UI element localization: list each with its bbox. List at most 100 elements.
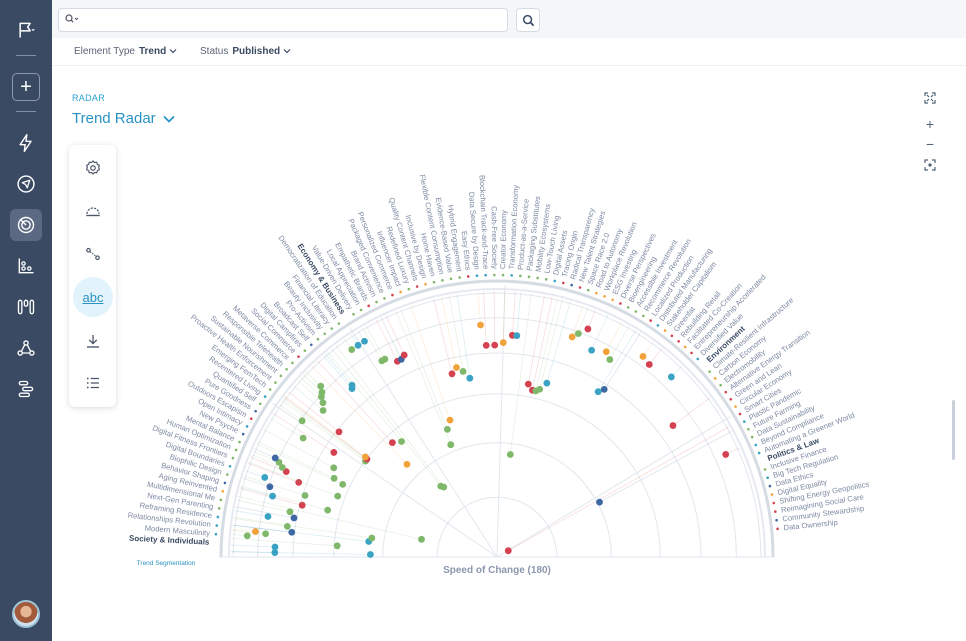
- trend-color-marker: [619, 302, 622, 305]
- trend-connector: [493, 291, 496, 346]
- trend-connector: [231, 544, 276, 548]
- segmentation-label[interactable]: Trend Segmentation: [137, 560, 196, 567]
- trend-point: [348, 381, 356, 389]
- trend-point: [594, 388, 602, 396]
- trend-connector: [335, 345, 445, 488]
- trend-color-marker: [228, 464, 232, 468]
- trend-color-marker: [484, 273, 487, 277]
- trend-connector: [284, 396, 368, 460]
- trend-color-marker: [241, 432, 245, 436]
- trend-color-marker: [466, 275, 470, 278]
- trend-color-marker: [663, 329, 667, 332]
- trend-point: [600, 386, 608, 393]
- trend-point: [269, 492, 276, 500]
- trend-color-marker: [561, 281, 565, 285]
- zoom-out-button[interactable]: −: [922, 136, 938, 152]
- trend-connector: [283, 397, 367, 461]
- fullscreen-button[interactable]: [922, 90, 938, 106]
- trend-point: [499, 339, 507, 347]
- trend-color-marker: [729, 397, 733, 401]
- trend-color-marker: [690, 351, 693, 355]
- trend-color-marker: [407, 287, 411, 291]
- trend-point: [606, 356, 614, 363]
- trend-color-marker: [226, 473, 229, 476]
- trend-color-marker: [747, 427, 750, 431]
- trend-color-marker: [424, 282, 427, 286]
- settings-tool[interactable]: [77, 152, 109, 184]
- trend-color-marker: [626, 306, 630, 309]
- trend-point: [524, 380, 532, 388]
- trend-point: [333, 542, 341, 550]
- radar-ring: [382, 442, 612, 558]
- trend-point: [418, 535, 425, 543]
- trend-point: [368, 534, 376, 542]
- center-view-button[interactable]: [922, 157, 938, 173]
- trend-color-marker: [724, 390, 728, 394]
- trend-point: [330, 474, 338, 482]
- trend-point: [361, 453, 369, 461]
- trend-color-marker: [519, 274, 522, 278]
- trend-color-marker: [309, 343, 313, 347]
- trend-color-marker: [268, 388, 272, 391]
- trend-connector: [243, 475, 306, 496]
- trend-connector: [508, 426, 730, 552]
- trend-connector: [288, 391, 340, 433]
- trend-color-marker: [245, 425, 249, 428]
- trend-point: [330, 449, 338, 456]
- trend-color-marker: [611, 298, 614, 302]
- download-tool[interactable]: [77, 325, 109, 357]
- shape-tool[interactable]: [77, 195, 109, 227]
- trend-color-marker: [415, 285, 419, 288]
- trend-color-marker: [501, 273, 505, 277]
- trend-point: [602, 348, 610, 356]
- trend-color-marker: [696, 357, 700, 361]
- trend-color-marker: [330, 327, 333, 330]
- trend-point: [722, 451, 730, 458]
- trend-color-marker: [254, 409, 257, 413]
- trend-color-marker: [297, 355, 300, 358]
- trend-color-marker: [449, 277, 453, 281]
- trend-color-marker: [316, 337, 320, 341]
- trend-color-marker: [754, 443, 758, 447]
- trend-point: [400, 351, 408, 359]
- trend-color-marker: [458, 276, 461, 279]
- labels-tool[interactable]: abc: [73, 277, 113, 317]
- connections-tool[interactable]: [77, 238, 109, 270]
- trend-point: [536, 385, 544, 393]
- trend-connector: [539, 299, 563, 390]
- half-circle-icon: [86, 207, 100, 217]
- trend-point: [440, 483, 448, 491]
- center-icon: [924, 159, 936, 171]
- trend-color-marker: [634, 310, 638, 313]
- trend-connector: [240, 485, 328, 511]
- scrollbar-thumb[interactable]: [952, 400, 955, 460]
- trend-point: [588, 346, 596, 354]
- trend-point: [667, 373, 675, 381]
- zoom-in-button[interactable]: +: [922, 116, 938, 132]
- trend-point: [330, 464, 338, 472]
- trend-color-marker: [670, 334, 674, 338]
- trend-color-marker: [536, 276, 539, 280]
- legend-tool[interactable]: [77, 367, 109, 399]
- trend-point: [354, 341, 362, 349]
- trend-connector: [535, 297, 558, 392]
- trend-connector: [448, 295, 464, 372]
- trend-connector: [511, 291, 516, 336]
- download-icon: [87, 335, 99, 348]
- trend-connector: [231, 551, 371, 555]
- trend-color-marker: [738, 412, 742, 416]
- trend-color-marker: [223, 481, 227, 485]
- trend-color-marker: [375, 300, 378, 304]
- trend-color-marker: [291, 361, 294, 365]
- sector-divider: [349, 327, 498, 558]
- trend-color-marker: [352, 312, 355, 316]
- trend-color-marker: [214, 532, 218, 536]
- trend-color-marker: [750, 435, 754, 439]
- trend-point: [543, 379, 551, 387]
- trend-color-marker: [770, 493, 774, 496]
- trend-color-marker: [734, 405, 737, 408]
- trend-color-marker: [323, 332, 327, 336]
- trend-connector: [395, 310, 452, 445]
- trend-point: [574, 330, 582, 338]
- trend-color-marker: [492, 273, 496, 277]
